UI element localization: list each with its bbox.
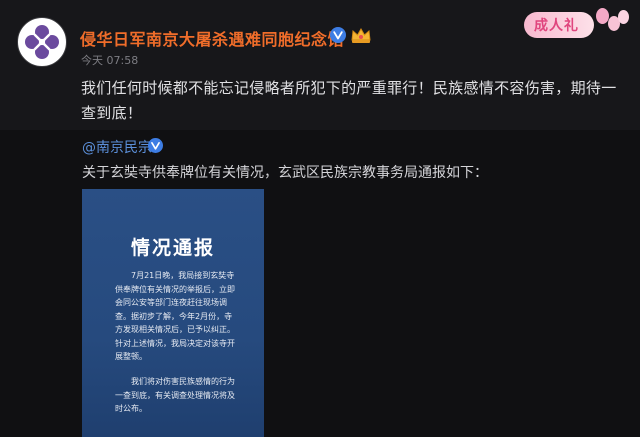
verified-v-icon <box>148 138 163 153</box>
post-username[interactable]: 侵华日军南京大屠杀遇难同胞纪念馆 <box>80 26 344 50</box>
coming-of-age-decoration: 成人礼 <box>524 6 634 42</box>
verified-v-icon <box>330 27 346 43</box>
post-content: 我们任何时候都不能忘记侵略者所犯下的严重罪行！民族感情不容伤害，期待一查到底！ <box>81 79 617 122</box>
post-timestamp[interactable]: 今天 07:58 <box>81 52 138 68</box>
repost-author-link[interactable]: @南京民宗 <box>82 137 152 157</box>
crown-badge-icon[interactable] <box>350 26 372 44</box>
notice-paragraph-2: 我们将对伤害民族感情的行为一查到底，有关调查处理情况将及时公布。 <box>115 377 235 413</box>
notice-image[interactable]: 情况通报 7月21日晚，我局接到玄奘寺供奉牌位有关情况的举报后，立即会同公安等部… <box>82 189 264 437</box>
notice-paragraph-1: 7月21日晚，我局接到玄奘寺供奉牌位有关情况的举报后，立即会同公安等部门连夜赶往… <box>115 271 235 361</box>
memorial-logo-icon <box>25 25 59 59</box>
weibo-post: 侵华日军南京大屠杀遇难同胞纪念馆 今天 07:58 我们任何时候都不能忘记侵略者… <box>0 0 640 130</box>
decoration-label: 成人礼 <box>534 18 579 34</box>
repost-text: 关于玄奘寺供奉牌位有关情况，玄武区民族宗教事务局通报如下： <box>82 165 488 181</box>
avatar[interactable] <box>17 17 67 67</box>
notice-title: 情况通报 <box>130 237 215 259</box>
